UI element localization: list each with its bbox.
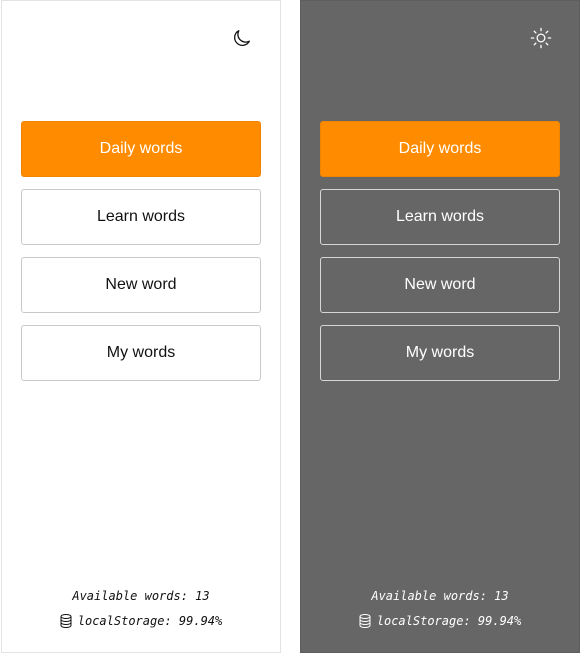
learn-words-button[interactable]: Learn words	[21, 189, 261, 245]
local-storage-label: localStorage: 99.94%	[77, 614, 223, 628]
moon-icon	[231, 27, 253, 54]
sun-icon	[530, 27, 552, 54]
my-words-button[interactable]: My words	[320, 325, 560, 381]
theme-toggle-button[interactable]	[230, 28, 254, 52]
dark-theme-panel: Daily words Learn words New word My word…	[300, 0, 580, 653]
learn-words-button[interactable]: Learn words	[320, 189, 560, 245]
new-word-button[interactable]: New word	[320, 257, 560, 313]
local-storage-status: localStorage: 99.94%	[301, 614, 579, 628]
local-storage-label: localStorage: 99.94%	[376, 614, 522, 628]
local-storage-status: localStorage: 99.94%	[2, 614, 280, 628]
my-words-button[interactable]: My words	[21, 325, 261, 381]
theme-toggle-button[interactable]	[529, 27, 553, 54]
daily-words-button[interactable]: Daily words	[320, 121, 560, 177]
daily-words-button[interactable]: Daily words	[21, 121, 261, 177]
database-icon	[359, 614, 371, 628]
new-word-button[interactable]: New word	[21, 257, 261, 313]
available-words-count: Available words: 13	[371, 589, 509, 603]
database-icon	[60, 614, 72, 628]
light-theme-panel: Daily words Learn words New word My word…	[1, 0, 281, 653]
available-words-count: Available words: 13	[72, 589, 210, 603]
comparison-stage: Daily words Learn words New word My word…	[0, 0, 581, 655]
